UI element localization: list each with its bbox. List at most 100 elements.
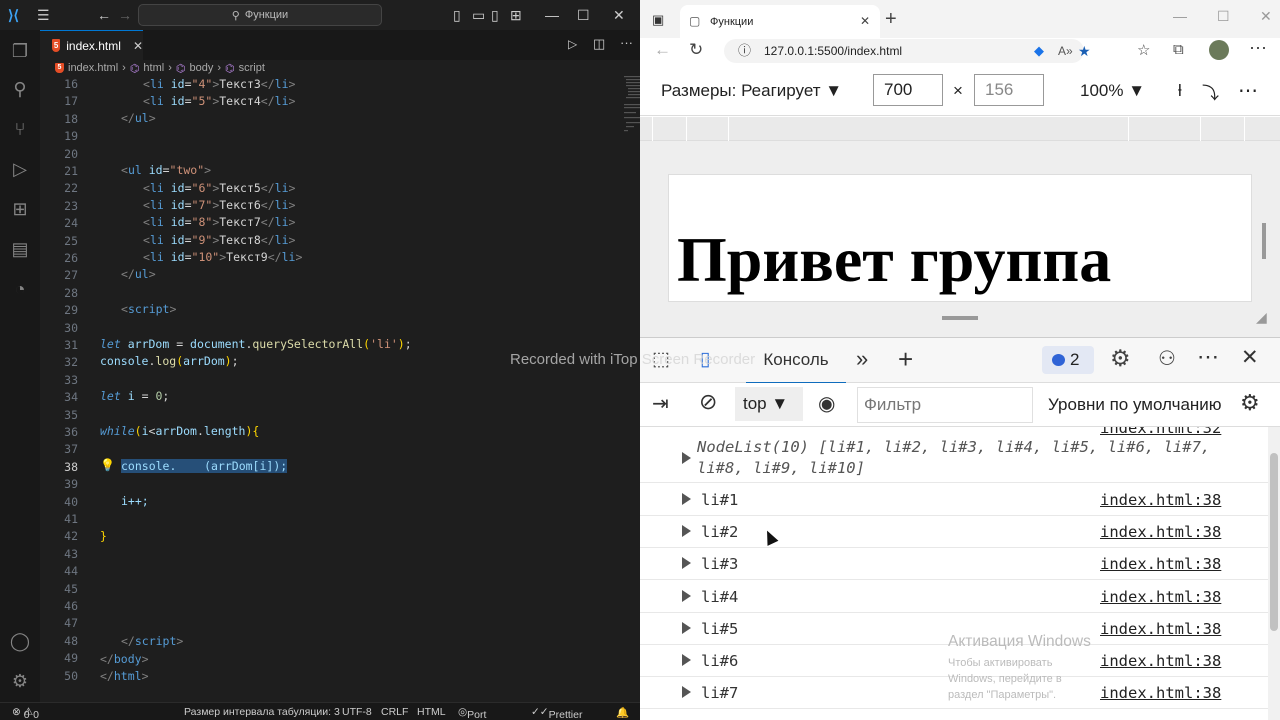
toggle-sidebar-icon[interactable]: ▯ xyxy=(453,7,461,24)
add-tool-icon[interactable]: + xyxy=(898,344,913,375)
encoding-indicator[interactable]: UTF-8 xyxy=(342,706,372,718)
forward-arrow-icon[interactable]: → xyxy=(118,7,132,23)
live-server-port[interactable]: ◎ Port : 5500 xyxy=(458,706,486,720)
horizontal-resize-handle[interactable] xyxy=(1262,223,1266,259)
console-settings-icon[interactable]: ⚙ xyxy=(1240,390,1260,416)
source-link[interactable]: index.html:38 xyxy=(1100,684,1221,702)
corner-resize-handle[interactable]: ◢ xyxy=(1256,309,1267,326)
remote-explorer-icon[interactable]: ▤ xyxy=(9,238,31,260)
favorite-star-icon[interactable]: ★ xyxy=(1078,39,1091,63)
settings-gear-icon[interactable]: ⚙ xyxy=(9,670,31,692)
command-center-search[interactable]: ⚲ Функции xyxy=(138,4,382,26)
more-icon[interactable]: ⋯ xyxy=(1197,344,1219,370)
account-icon[interactable]: ◯ xyxy=(9,630,31,652)
expand-arrow-icon[interactable] xyxy=(682,557,691,570)
console-log-row[interactable]: li#4 index.html:38 xyxy=(640,581,1268,613)
console-log-row[interactable]: li#3 index.html:38 xyxy=(640,548,1268,581)
menu-icon[interactable]: ☰ xyxy=(37,7,50,24)
expand-arrow-icon[interactable] xyxy=(682,589,691,602)
more-options-icon[interactable]: ⋯ xyxy=(1238,78,1258,103)
show-sidebar-icon[interactable]: ⇥ xyxy=(652,391,669,416)
source-link[interactable]: index.html:38 xyxy=(1100,491,1221,509)
customize-layout-icon[interactable]: ⊞ xyxy=(510,7,522,24)
eol-indicator[interactable]: CRLF xyxy=(381,706,408,718)
search-icon[interactable]: ⚲ xyxy=(9,78,31,100)
notifications-bell-icon[interactable]: 🔔 xyxy=(616,706,629,719)
issues-badge[interactable]: 2 xyxy=(1042,346,1094,374)
refresh-icon[interactable]: ↻ xyxy=(689,40,703,60)
explorer-icon[interactable]: ❐ xyxy=(9,40,31,62)
language-indicator[interactable]: HTML xyxy=(417,706,446,718)
nodelist-row[interactable]: NodeList(10) [li#1, li#2, li#3, li#4, li… xyxy=(640,427,1268,483)
favorites-icon[interactable]: ☆ xyxy=(1137,41,1150,59)
maximize-icon[interactable]: ☐ xyxy=(1217,8,1230,25)
back-icon[interactable]: ← xyxy=(654,40,671,60)
breadcrumb-html[interactable]: html xyxy=(143,62,164,74)
run-icon[interactable]: ▷ xyxy=(568,37,577,51)
close-devtools-icon[interactable]: ✕ xyxy=(1241,345,1259,370)
close-window-icon[interactable]: ✕ xyxy=(613,7,625,24)
context-select[interactable]: top ▼ xyxy=(735,387,803,421)
source-link[interactable]: index.html:38 xyxy=(1100,588,1221,606)
code-editor[interactable]: 16 17 18 19 20 21 22 23 24 25 26 27 28 29 30 31 32 33 34 35… xyxy=(40,74,658,700)
run-debug-icon[interactable]: ▷ xyxy=(9,158,31,180)
browser-tab[interactable]: ▢ Функции ✕ xyxy=(680,5,880,38)
tab-index-html[interactable]: 5 index.html ✕ xyxy=(40,30,143,60)
toggle-panel-icon[interactable]: ▭ xyxy=(472,7,485,24)
problems-indicator[interactable]: ⊗ 0 ⚠ 0 xyxy=(12,706,39,720)
toggle-secondary-sidebar-icon[interactable]: ▯ xyxy=(491,7,499,24)
git-graph-icon[interactable]: ◔ xyxy=(9,278,31,300)
close-tab-icon[interactable]: ✕ xyxy=(133,39,143,53)
throttle-icon[interactable]: ƚ xyxy=(1178,81,1182,101)
expand-arrow-icon[interactable] xyxy=(682,493,691,505)
expand-arrow-icon[interactable] xyxy=(682,686,691,699)
new-tab-icon[interactable]: + xyxy=(885,8,897,31)
dimensions-dropdown[interactable]: Размеры: Реагирует ▼ xyxy=(661,81,842,101)
more-actions-icon[interactable]: ··· xyxy=(620,35,633,50)
close-window-icon[interactable]: ✕ xyxy=(1260,8,1272,25)
customize-icon[interactable]: ⚇ xyxy=(1158,346,1176,371)
tag-icon[interactable]: ◆ xyxy=(1034,39,1044,63)
info-icon[interactable]: ⓘ xyxy=(738,39,751,63)
filter-input[interactable]: Фильтр xyxy=(857,387,1033,423)
expand-arrow-icon[interactable] xyxy=(682,525,691,538)
breadcrumb-body[interactable]: body xyxy=(189,62,213,74)
source-link[interactable]: index.html:38 xyxy=(1100,523,1221,541)
width-input[interactable]: 700 xyxy=(873,74,943,106)
height-input[interactable]: 156 xyxy=(974,74,1044,106)
breadcrumb-file[interactable]: index.html xyxy=(68,62,118,74)
media-query-ruler[interactable] xyxy=(640,117,1280,141)
back-arrow-icon[interactable]: ← xyxy=(97,7,111,23)
settings-gear-icon[interactable]: ⚙ xyxy=(1110,345,1131,372)
zoom-dropdown[interactable]: 100% ▼ xyxy=(1080,81,1145,101)
tab-console[interactable]: Консоль xyxy=(746,338,846,384)
url-field[interactable]: ⓘ 127.0.0.1:5500/index.html ◆ A» ★ xyxy=(724,39,1091,63)
maximize-icon[interactable]: ☐ xyxy=(577,7,590,24)
clear-console-icon[interactable]: ⊘ xyxy=(699,389,717,415)
tab-size-indicator[interactable]: Размер интервала табуляции: 3 xyxy=(184,706,340,718)
more-menu-icon[interactable]: ⋯ xyxy=(1249,38,1267,59)
collections-icon[interactable]: ⧉ xyxy=(1173,41,1184,58)
console-scrollbar[interactable] xyxy=(1268,427,1280,720)
minimize-icon[interactable]: — xyxy=(1173,8,1187,24)
extensions-icon[interactable]: ⊞ xyxy=(9,198,31,220)
expand-arrow-icon[interactable] xyxy=(682,654,691,666)
source-link[interactable]: index.html:38 xyxy=(1100,620,1221,638)
breadcrumb-script[interactable]: script xyxy=(239,62,265,74)
lightbulb-icon[interactable]: 💡 xyxy=(100,458,115,472)
split-editor-icon[interactable]: ◫ xyxy=(593,36,605,52)
minimize-icon[interactable]: — xyxy=(545,7,559,23)
close-tab-icon[interactable]: ✕ xyxy=(860,14,870,28)
rotate-icon[interactable]: ⤵ xyxy=(1202,79,1219,104)
profile-avatar[interactable] xyxy=(1209,40,1229,60)
source-link[interactable]: index.html:38 xyxy=(1100,652,1221,670)
vertical-resize-handle[interactable] xyxy=(942,316,978,320)
console-log-row[interactable]: li#2 index.html:38 xyxy=(640,516,1268,549)
more-tools-icon[interactable]: » xyxy=(856,346,868,372)
read-aloud-icon[interactable]: A» xyxy=(1058,39,1073,63)
tab-actions-icon[interactable]: ▣ xyxy=(652,12,664,28)
source-link[interactable]: index.html:38 xyxy=(1100,555,1221,573)
source-control-icon[interactable]: ⑂ xyxy=(9,118,31,140)
log-levels-dropdown[interactable]: Уровни по умолчанию xyxy=(1048,387,1222,423)
expand-arrow-icon[interactable] xyxy=(682,621,691,634)
